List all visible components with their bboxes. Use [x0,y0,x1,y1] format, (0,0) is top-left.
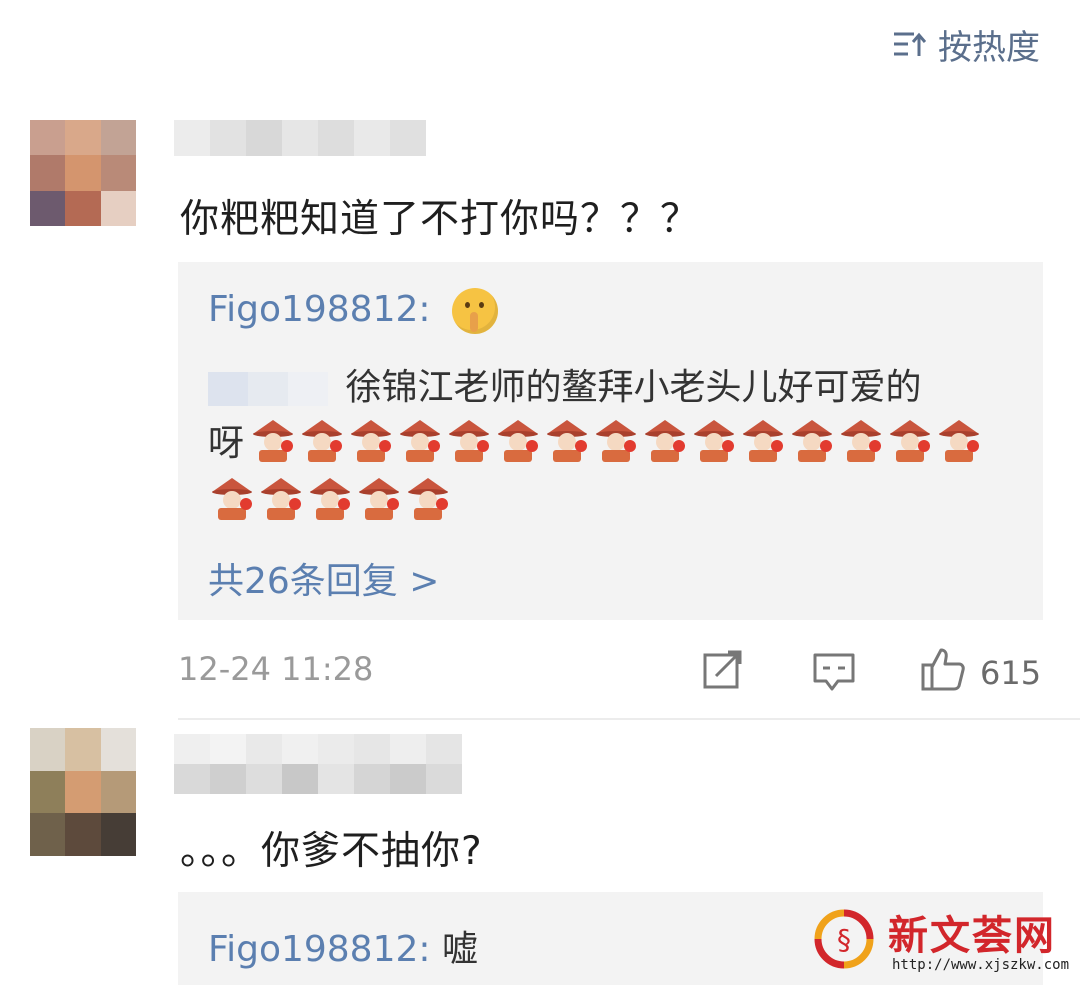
reply-username[interactable]: Figo198812: [208,929,431,970]
aobai-sticker-icon [641,416,689,464]
comment-text: 你粑粑知道了不打你吗？？？ [180,197,701,242]
sort-label: 按热度 [938,27,1040,68]
username-blurred[interactable] [174,734,462,764]
sort-icon [892,30,926,58]
thumbs-up-icon [920,646,966,700]
aobai-sticker-icon [355,474,403,522]
reply-text: 嘘 [441,929,478,970]
shushing-face-icon [451,288,498,334]
aobai-sticker-icon [257,474,305,522]
reply-username-blurred[interactable] [178,372,328,406]
comment-timestamp: 12-24 11:28 [178,650,374,688]
watermark-url: http://www.xjszkw.com [892,957,1070,973]
more-replies-link[interactable]: 共26条回复 > [208,552,439,604]
like-count: 615 [980,654,1042,692]
reply-item: 徐锦江老师的鳌拜小老头儿好可爱的 [178,358,921,410]
reply-item: Figo198812: 嘘 [208,920,478,972]
reply-item: Figo198812: [208,288,498,334]
reply-box[interactable]: Figo198812: 徐锦江老师的鳌拜小老头儿好可爱的 呀 共26条回复 > [178,262,1043,620]
aobai-sticker-icon [592,416,640,464]
aobai-sticker-icon [249,416,297,464]
svg-text:§: § [837,923,851,956]
aobai-sticker-icon [404,474,452,522]
divider [178,718,1080,720]
aobai-sticker-icon [445,416,493,464]
like-button[interactable]: 615 [920,646,1041,700]
aobai-sticker-icon [347,416,395,464]
aobai-sticker-icon [739,416,787,464]
aobai-sticker-icon [298,416,346,464]
aobai-sticker-icon [935,416,983,464]
reply-username[interactable]: Figo198812: [208,289,431,330]
reply-sticker-area: 呀 [208,414,1008,522]
watermark-title: 新文荟网 [888,913,1056,959]
username-blurred-2[interactable] [174,764,462,794]
aobai-sticker-icon [208,474,256,522]
comment-button[interactable] [812,652,856,700]
aobai-sticker-icon [494,416,542,464]
username-blurred[interactable] [174,120,426,156]
site-watermark: § 新文荟网 http://www.xjszkw.com [800,895,1070,985]
aobai-sticker-icon [837,416,885,464]
comment-text: 。。。你爹不抽你? [180,829,483,874]
aobai-sticker-icon [788,416,836,464]
reply-text: 徐锦江老师的鳌拜小老头儿好可爱的 [345,367,922,408]
share-button[interactable] [702,650,744,698]
sort-by-hot-button[interactable]: 按热度 [892,22,1040,68]
aobai-sticker-icon [543,416,591,464]
comment-icon [812,652,856,700]
share-icon [702,650,744,698]
aobai-sticker-icon [396,416,444,464]
aobai-sticker-icon [886,416,934,464]
aobai-sticker-icon [306,474,354,522]
watermark-logo-icon: § [814,909,874,969]
aobai-sticker-icon [690,416,738,464]
avatar[interactable] [30,120,136,226]
avatar[interactable] [30,728,136,856]
reply-text-continued: 呀 [208,423,245,464]
